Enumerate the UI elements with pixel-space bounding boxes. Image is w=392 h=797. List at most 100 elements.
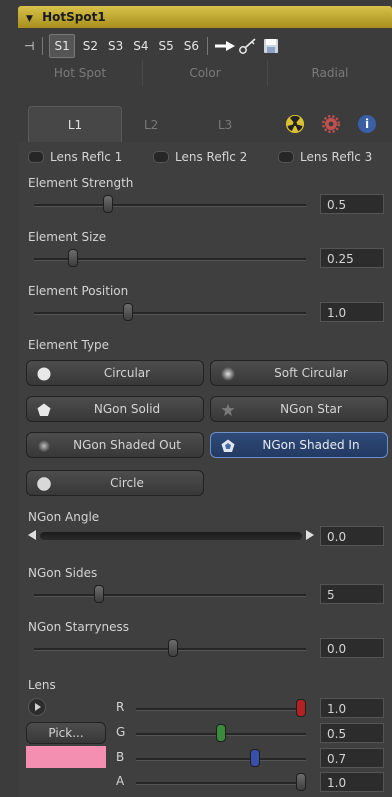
element-position-slider-knob[interactable]	[123, 303, 133, 321]
ngon-sides-label: NGon Sides	[28, 566, 98, 580]
channel-r-slider-knob[interactable]	[296, 699, 306, 717]
gear-icon[interactable]	[321, 114, 341, 134]
element-strength-label: Element Strength	[28, 176, 134, 190]
info-icon[interactable]: i	[358, 115, 376, 133]
ngon-angle-thumbwheel[interactable]	[40, 532, 302, 540]
layer-tabs: L1 L2 L3 i	[18, 106, 392, 143]
shaded-in-pentagon-icon	[221, 439, 235, 452]
element-size-value-field[interactable]: 0.25	[320, 248, 384, 268]
scene-button-s4[interactable]: S4	[131, 35, 150, 57]
scene-button-s6[interactable]: S6	[182, 35, 201, 57]
tab-radial[interactable]: Radial	[268, 60, 392, 86]
ngon-angle-value-field[interactable]: 0.0	[320, 526, 384, 546]
element-size-slider-knob[interactable]	[68, 249, 78, 267]
element-position-value-field[interactable]: 1.0	[320, 302, 384, 322]
button-label: NGon Solid	[93, 402, 161, 416]
checkbox-box[interactable]	[278, 151, 294, 163]
channel-r-slider-track[interactable]	[136, 708, 306, 711]
tab-l1[interactable]: L1	[28, 106, 122, 143]
separator	[42, 37, 44, 55]
channel-b-value-field[interactable]: 0.7	[320, 748, 384, 768]
pin-icon[interactable]: ⊣	[22, 35, 36, 57]
separator	[207, 37, 209, 55]
lens-expand-button[interactable]	[28, 698, 46, 716]
soft-circle-icon	[221, 367, 235, 381]
element-type-circle-button[interactable]: Circle	[26, 470, 204, 496]
element-position-label: Element Position	[28, 284, 129, 298]
ngon-starryness-slider-knob[interactable]	[168, 639, 178, 657]
ngon-angle-right-arrow-icon[interactable]	[306, 530, 314, 540]
element-type-ngon-shaded-out-button[interactable]: NGon Shaded Out	[26, 432, 204, 458]
play-icon	[35, 703, 41, 711]
save-icon[interactable]	[262, 37, 280, 55]
channel-r-value-field[interactable]: 1.0	[320, 698, 384, 718]
ngon-starryness-value-field[interactable]: 0.0	[320, 638, 384, 658]
tab-l2[interactable]: L2	[144, 110, 158, 140]
channel-b-label: B	[116, 750, 125, 764]
channel-a-slider-track[interactable]	[136, 782, 306, 785]
pentagon-icon	[37, 403, 51, 416]
lens-label: Lens	[28, 678, 56, 692]
button-label: Circular	[103, 366, 151, 380]
lens-reflc-2-checkbox[interactable]: Lens Reflc 2	[153, 150, 247, 164]
tab-l3[interactable]: L3	[218, 110, 232, 140]
checkbox-label: Lens Reflc 2	[175, 150, 248, 164]
checkbox-label: Lens Reflc 3	[300, 150, 373, 164]
channel-g-label: G	[116, 725, 126, 739]
tool-title: HotSpot1	[42, 10, 106, 24]
checkbox-label: Lens Reflc 1	[50, 150, 123, 164]
ngon-starryness-label: NGon Starryness	[28, 620, 129, 634]
lens-reflc-1-checkbox[interactable]: Lens Reflc 1	[28, 150, 122, 164]
element-type-circular-button[interactable]: Circular	[26, 360, 204, 386]
element-strength-slider-knob[interactable]	[103, 195, 113, 213]
button-label: NGon Star	[280, 402, 342, 416]
ngon-angle-label: NGon Angle	[28, 510, 100, 524]
circle-icon	[37, 367, 51, 381]
element-strength-value-field[interactable]: 0.5	[320, 194, 384, 214]
arrow-icon[interactable]	[214, 39, 236, 53]
star-icon	[221, 403, 235, 416]
scene-button-s1[interactable]: S1	[49, 34, 75, 58]
element-position-slider-track[interactable]	[34, 312, 306, 315]
channel-r-label: R	[116, 700, 125, 714]
collapse-triangle-icon[interactable]: ▼	[26, 14, 33, 24]
channel-g-slider-knob[interactable]	[216, 724, 226, 742]
lens-reflc-3-checkbox[interactable]: Lens Reflc 3	[278, 150, 372, 164]
element-size-label: Element Size	[28, 230, 107, 244]
radioactive-icon[interactable]	[286, 115, 304, 133]
channel-g-value-field[interactable]: 0.5	[320, 723, 384, 743]
channel-a-slider-knob[interactable]	[296, 773, 306, 791]
ngon-angle-left-arrow-icon[interactable]	[28, 530, 36, 540]
checkbox-box[interactable]	[28, 151, 44, 163]
element-strength-slider-track[interactable]	[34, 204, 306, 207]
checkbox-box[interactable]	[153, 151, 169, 163]
channel-b-slider-knob[interactable]	[250, 749, 260, 767]
circle-outline-icon	[37, 477, 51, 491]
button-label: Soft Circular	[274, 366, 348, 380]
channel-b-slider-track[interactable]	[136, 758, 306, 761]
scene-button-s2[interactable]: S2	[81, 35, 100, 57]
controls-panel: Lens Reflc 1 Lens Reflc 2 Lens Reflc 3 E…	[18, 142, 392, 797]
ngon-sides-slider-knob[interactable]	[94, 585, 104, 603]
scene-button-s5[interactable]: S5	[157, 35, 176, 57]
element-type-label: Element Type	[28, 338, 110, 352]
element-type-ngon-shaded-in-button[interactable]: NGon Shaded In	[210, 432, 388, 458]
tab-hot-spot[interactable]: Hot Spot	[18, 60, 143, 86]
button-label: NGon Shaded Out	[73, 438, 181, 452]
tab-color[interactable]: Color	[143, 60, 268, 86]
button-label: NGon Shaded In	[262, 438, 360, 452]
key-icon[interactable]	[238, 37, 258, 55]
lens-color-swatch[interactable]	[26, 746, 106, 768]
pick-color-button[interactable]: Pick...	[26, 722, 106, 744]
ngon-sides-slider-track[interactable]	[34, 594, 306, 597]
shaded-out-icon	[37, 439, 51, 453]
channel-a-label: A	[116, 774, 125, 788]
tool-header[interactable]: ▼ HotSpot1	[18, 6, 392, 28]
scene-button-s3[interactable]: S3	[106, 35, 125, 57]
element-type-soft-circular-button[interactable]: Soft Circular	[210, 360, 388, 386]
element-type-ngon-solid-button[interactable]: NGon Solid	[26, 396, 204, 422]
channel-a-value-field[interactable]: 1.0	[320, 772, 384, 792]
element-type-ngon-star-button[interactable]: NGon Star	[210, 396, 388, 422]
button-label: Circle	[110, 476, 144, 490]
ngon-sides-value-field[interactable]: 5	[320, 584, 384, 604]
